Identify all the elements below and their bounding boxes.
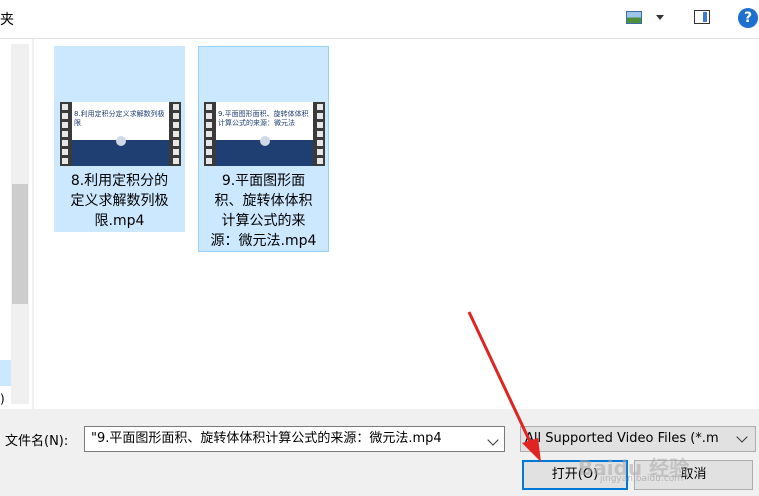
filetype-select[interactable]: All Supported Video Files (*.m (520, 426, 756, 452)
change-view-icon[interactable] (626, 11, 642, 24)
help-icon[interactable]: ? (738, 8, 758, 28)
file-item[interactable]: 8.利用定积分定义求解数列极限 8.利用定积分的 定义求解数列极 限.mp4 (54, 46, 185, 232)
file-name-line: 源：微元法.mp4 (210, 233, 317, 249)
file-name-line: 限.mp4 (94, 213, 145, 229)
video-thumbnail: 8.利用定积分定义求解数列极限 (60, 102, 181, 166)
emblem-icon (116, 136, 126, 146)
video-frame: 9.平面图形面积、旋转体体积计算公式的来源：微元法 (216, 102, 313, 166)
file-name-line: 9.平面图形面 (221, 173, 306, 189)
film-strip-icon (204, 102, 214, 166)
thumbnail-caption: 9.平面图形面积、旋转体体积计算公式的来源：微元法 (218, 110, 309, 127)
scrollbar-thumb[interactable] (12, 184, 28, 304)
filename-input[interactable]: "9.平面图形面积、旋转体体积计算公式的来源：微元法.mp4 (84, 426, 505, 452)
preview-pane-icon[interactable] (694, 10, 710, 24)
file-item-selected[interactable]: 9.平面图形面积、旋转体体积计算公式的来源：微元法 9.平面图形面 积、旋转体体… (198, 46, 329, 252)
chevron-down-icon[interactable] (656, 15, 664, 20)
navigation-scrollbar[interactable] (11, 44, 29, 404)
thumbnail-caption: 8.利用定积分定义求解数列极限 (74, 110, 165, 127)
dialog-title-fragment: 夹 (0, 12, 14, 28)
filename-label: 文件名(N): (5, 434, 69, 449)
film-strip-icon (171, 102, 181, 166)
file-name: 9.平面图形面 积、旋转体体积 计算公式的来 源：微元法.mp4 (199, 171, 328, 251)
video-thumbnail: 9.平面图形面积、旋转体体积计算公式的来源：微元法 (204, 102, 325, 166)
file-name: 8.利用定积分的 定义求解数列极 限.mp4 (55, 171, 184, 231)
video-frame: 8.利用定积分定义求解数列极限 (72, 102, 169, 166)
watermark-url: jingyan.baidu.com (600, 474, 684, 484)
file-name-line: 积、旋转体体积 (214, 193, 313, 209)
dialog-toolbar: 夹 ? (0, 0, 759, 39)
navigation-item-fragment: ) (0, 392, 5, 406)
file-name-line: 定义求解数列极 (70, 193, 169, 209)
file-name-line: 计算公式的来 (221, 213, 306, 229)
film-strip-icon (315, 102, 325, 166)
emblem-icon (260, 136, 270, 146)
file-name-line: 8.利用定积分的 (70, 173, 169, 189)
navigation-selected-item[interactable] (0, 360, 11, 386)
film-strip-icon (60, 102, 70, 166)
